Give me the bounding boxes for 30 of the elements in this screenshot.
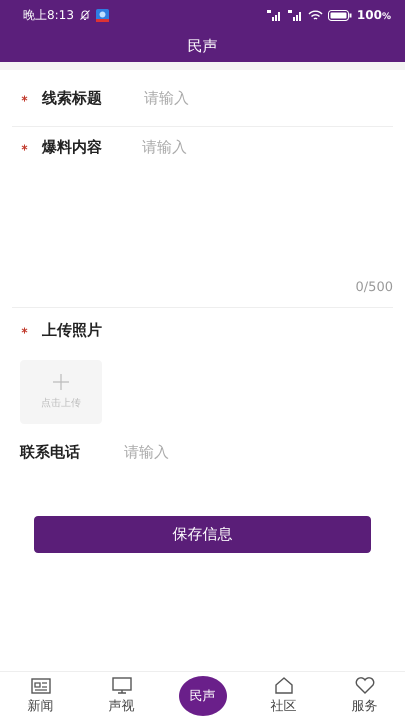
home-icon	[274, 677, 294, 694]
input-field[interactable]: 请输入	[122, 442, 393, 462]
tab-item[interactable]: 社区	[243, 672, 324, 720]
tab-item[interactable]: 新闻	[0, 672, 81, 720]
battery-icon	[328, 10, 352, 20]
tab-item[interactable]: 声视	[81, 672, 162, 720]
field-label: 联系电话	[20, 442, 81, 462]
app-icon	[96, 8, 109, 22]
wifi-icon	[308, 10, 323, 20]
tab-item[interactable]: 民声	[162, 672, 243, 720]
field-label: 爆料内容	[42, 138, 103, 157]
signal-icon	[286, 10, 303, 20]
battery-percent: 100%	[356, 8, 391, 22]
page-title: 民声	[188, 36, 218, 56]
tab-item[interactable]: 服务	[324, 672, 405, 720]
signal-icon	[266, 10, 282, 20]
required-icon	[21, 144, 28, 151]
save-button[interactable]: 保存信息	[34, 516, 371, 553]
newspaper-icon	[30, 678, 50, 694]
bell-off-icon	[78, 9, 91, 21]
monitor-icon	[112, 677, 132, 694]
input-field[interactable]: 请输入	[142, 88, 393, 108]
plus-icon	[53, 374, 69, 390]
required-icon	[21, 94, 28, 102]
heart-icon	[354, 677, 374, 694]
field-label: 线索标题	[42, 88, 103, 108]
status-time: 晚上8:13	[23, 6, 74, 24]
character-counter: 0/500	[356, 280, 393, 295]
required-icon	[21, 326, 28, 334]
field-label: 上传照片	[42, 320, 103, 340]
